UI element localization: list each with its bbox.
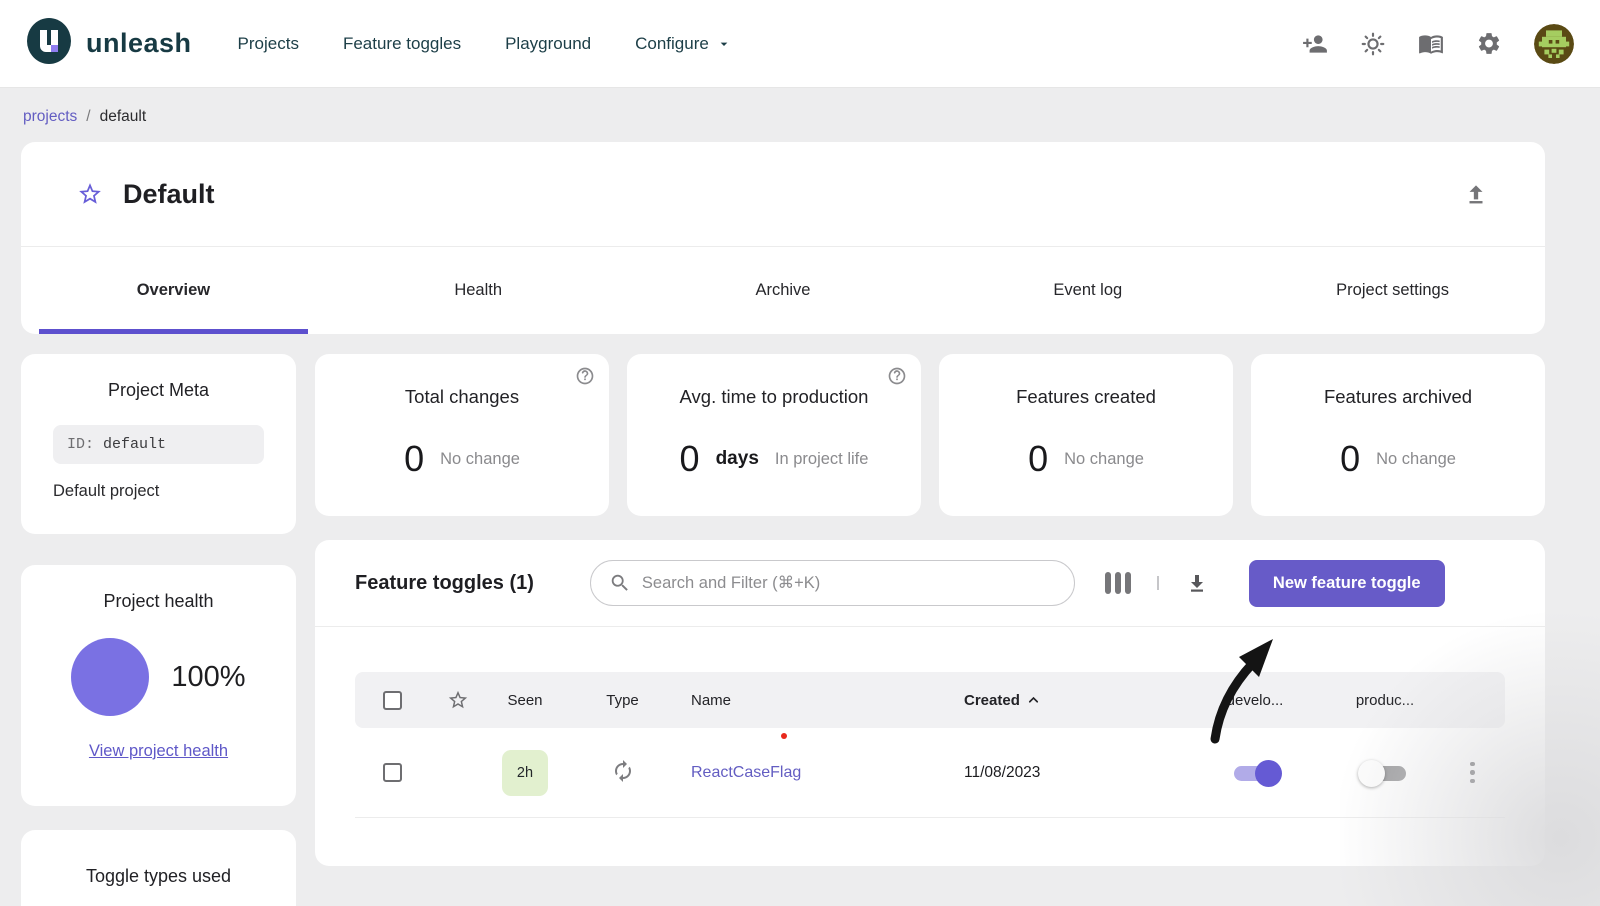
production-toggle-switch[interactable] xyxy=(1354,754,1416,792)
health-percent: 100% xyxy=(171,661,245,694)
chevron-down-icon xyxy=(716,36,732,52)
stat-title: Features archived xyxy=(1251,386,1545,408)
project-header-card: Default Overview Health Archive Event lo… xyxy=(21,142,1545,334)
project-id-chip: ID: default xyxy=(53,425,264,464)
toggle-type-operational-icon xyxy=(611,770,635,787)
development-toggle-switch[interactable] xyxy=(1224,754,1286,792)
project-health-title: Project health xyxy=(41,591,276,612)
stat-note: No change xyxy=(440,450,520,469)
health-donut-chart xyxy=(71,638,149,716)
invite-user-icon[interactable] xyxy=(1302,31,1328,57)
toggle-types-title: Toggle types used xyxy=(41,866,276,887)
main-nav: Projects Feature toggles Playground Conf… xyxy=(238,34,732,54)
stat-card-features-created: Features created 0 No change xyxy=(939,354,1233,516)
divider xyxy=(315,626,1545,627)
stat-note: No change xyxy=(1064,450,1144,469)
tab-event-log[interactable]: Event log xyxy=(935,247,1240,334)
active-tab-indicator xyxy=(39,329,307,334)
select-all-checkbox[interactable] xyxy=(383,691,402,710)
search-input[interactable] xyxy=(642,574,1056,593)
nav-feature-toggles[interactable]: Feature toggles xyxy=(343,34,461,54)
stat-card-features-archived: Features archived 0 No change xyxy=(1251,354,1545,516)
created-date: 11/08/2023 xyxy=(964,764,1040,782)
search-icon xyxy=(609,572,631,594)
project-description: Default project xyxy=(53,482,264,501)
feature-toggles-title: Feature toggles (1) xyxy=(355,572,534,595)
page-title: Default xyxy=(123,179,215,210)
tab-archive[interactable]: Archive xyxy=(631,247,936,334)
feature-toggles-panel: Feature toggles (1) New feature toggle xyxy=(315,540,1545,866)
favorite-star-icon[interactable] xyxy=(77,181,103,207)
unleash-brand[interactable]: unleash xyxy=(26,18,192,69)
column-header-type[interactable]: Type xyxy=(565,692,680,709)
stat-title: Avg. time to production xyxy=(627,386,921,408)
tab-overview[interactable]: Overview xyxy=(21,247,326,334)
project-id-value: default xyxy=(103,436,166,453)
new-feature-toggle-button[interactable]: New feature toggle xyxy=(1249,560,1445,607)
view-project-health-link[interactable]: View project health xyxy=(89,742,228,761)
search-box[interactable] xyxy=(590,560,1075,606)
table-row: 2h ReactCaseFlag 11/08/2023 xyxy=(355,728,1505,818)
column-header-seen[interactable]: Seen xyxy=(485,692,565,709)
project-tabs: Overview Health Archive Event log Projec… xyxy=(21,247,1545,334)
stats-row: Total changes 0 No change Avg. time to p… xyxy=(315,354,1545,516)
help-icon[interactable] xyxy=(575,366,595,386)
nav-configure[interactable]: Configure xyxy=(635,34,732,54)
stat-title: Features created xyxy=(939,386,1233,408)
feature-name-link[interactable]: ReactCaseFlag xyxy=(691,764,801,781)
last-seen-badge: 2h xyxy=(502,750,548,796)
column-settings-icon[interactable] xyxy=(1105,572,1131,594)
row-actions-menu-icon[interactable] xyxy=(1470,762,1475,784)
export-upload-icon[interactable] xyxy=(1463,181,1489,207)
column-header-production[interactable]: produc... xyxy=(1330,692,1440,709)
table-header-row: Seen Type Name Created develo... produc.… xyxy=(355,672,1505,728)
feature-toggles-table: Seen Type Name Created develo... produc.… xyxy=(315,672,1545,818)
tab-project-settings[interactable]: Project settings xyxy=(1240,247,1545,334)
tab-health[interactable]: Health xyxy=(326,247,631,334)
toolbar-divider xyxy=(1157,576,1159,590)
favorite-column-star-icon[interactable] xyxy=(430,689,485,711)
stat-card-total-changes: Total changes 0 No change xyxy=(315,354,609,516)
sort-ascending-icon xyxy=(1026,693,1041,708)
nav-playground[interactable]: Playground xyxy=(505,34,591,54)
stat-value: 0 xyxy=(404,438,424,480)
stat-note: In project life xyxy=(775,450,869,469)
download-icon[interactable] xyxy=(1185,571,1209,595)
docs-book-icon[interactable] xyxy=(1418,31,1444,57)
column-header-name[interactable]: Name xyxy=(680,692,940,709)
stat-note: No change xyxy=(1376,450,1456,469)
unleash-logo-icon xyxy=(26,18,72,69)
stat-value: 0 xyxy=(680,438,700,480)
navbar-actions xyxy=(1302,24,1574,64)
toggle-types-card: Toggle types used xyxy=(21,830,296,906)
row-checkbox[interactable] xyxy=(383,763,402,782)
column-header-created[interactable]: Created xyxy=(940,692,1180,709)
project-health-card: Project health 100% View project health xyxy=(21,565,296,806)
theme-brightness-icon[interactable] xyxy=(1360,31,1386,57)
project-meta-title: Project Meta xyxy=(41,380,276,401)
top-navbar: unleash Projects Feature toggles Playgro… xyxy=(0,0,1600,88)
help-icon[interactable] xyxy=(887,366,907,386)
project-meta-card: Project Meta ID: default Default project xyxy=(21,354,296,534)
breadcrumb: projects / default xyxy=(0,88,1600,142)
nav-projects[interactable]: Projects xyxy=(238,34,299,54)
stat-card-avg-time: Avg. time to production 0 days In projec… xyxy=(627,354,921,516)
settings-gear-icon[interactable] xyxy=(1476,31,1502,57)
breadcrumb-separator: / xyxy=(86,108,90,126)
breadcrumb-projects-link[interactable]: projects xyxy=(23,108,77,126)
breadcrumb-current: default xyxy=(100,108,147,126)
user-avatar[interactable] xyxy=(1534,24,1574,64)
stat-value: 0 xyxy=(1028,438,1048,480)
red-dot-annotation xyxy=(781,733,787,739)
column-header-development[interactable]: develo... xyxy=(1180,692,1330,709)
stat-title: Total changes xyxy=(315,386,609,408)
brand-name: unleash xyxy=(86,28,192,59)
stat-value: 0 xyxy=(1340,438,1360,480)
